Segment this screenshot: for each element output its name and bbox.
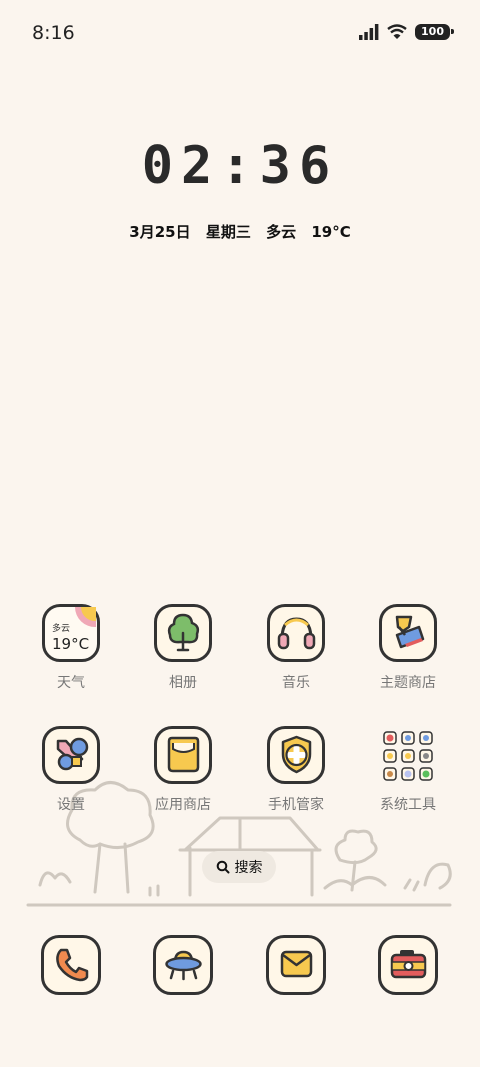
search-icon — [216, 860, 229, 874]
app-label: 音乐 — [282, 675, 310, 691]
temperature-text: 19°C — [311, 223, 351, 241]
wrench-icon — [56, 737, 88, 771]
app-app-store[interactable]: 应用商店 — [127, 726, 239, 836]
dock-camera[interactable] — [352, 935, 464, 1005]
app-music[interactable]: 音乐 — [240, 604, 352, 714]
app-settings[interactable]: 设置 — [15, 726, 127, 836]
app-label: 主题商店 — [380, 675, 436, 691]
app-weather[interactable]: 多云 19°C 天气 — [15, 604, 127, 714]
lockscreen-clock[interactable]: 02:36 — [0, 136, 480, 196]
app-label: 相册 — [169, 675, 197, 691]
app-label: 应用商店 — [155, 797, 211, 813]
status-bar: 8:16 100 — [0, 0, 480, 68]
search-label: 搜索 — [234, 860, 263, 876]
weather-icon: 多云 19°C — [42, 604, 100, 662]
gallery-tree-icon — [167, 613, 199, 652]
weather-text: 多云 — [266, 223, 297, 241]
app-label: 设置 — [57, 797, 85, 813]
dock-phone[interactable] — [15, 935, 127, 1005]
shield-plus-icon — [281, 735, 311, 774]
paint-roller-icon — [395, 615, 424, 649]
signal-icon — [359, 24, 379, 40]
message-icon — [280, 950, 312, 978]
app-label: 天气 — [57, 675, 85, 691]
app-phone-manager[interactable]: 手机管家 — [240, 726, 352, 836]
folder-icon — [379, 726, 437, 784]
weather-widget-temp: 19°C — [52, 635, 90, 653]
date-text: 3月25日 — [129, 223, 191, 241]
weekday-text: 星期三 — [205, 223, 251, 241]
app-gallery[interactable]: 相册 — [127, 604, 239, 714]
folder-system-tools[interactable]: 系统工具 — [352, 726, 464, 836]
app-theme-store[interactable]: 主题商店 — [352, 604, 464, 714]
app-label: 系统工具 — [380, 797, 436, 813]
app-label: 手机管家 — [268, 797, 324, 813]
bag-icon — [167, 736, 199, 773]
headphones-icon — [277, 617, 315, 650]
wifi-icon — [387, 24, 407, 39]
ufo-icon — [164, 950, 202, 981]
camera-icon — [390, 950, 426, 979]
dock-messages[interactable] — [240, 935, 352, 1005]
search-button[interactable]: 搜索 — [202, 851, 276, 883]
dock-browser[interactable] — [127, 935, 239, 1005]
date-weather-line[interactable]: 3月25日 星期三 多云 19°C — [0, 221, 480, 242]
weather-widget-condition: 多云 — [52, 624, 71, 634]
battery-indicator: 100 — [415, 24, 454, 40]
status-time: 8:16 — [32, 22, 75, 44]
phone-icon — [55, 948, 88, 982]
